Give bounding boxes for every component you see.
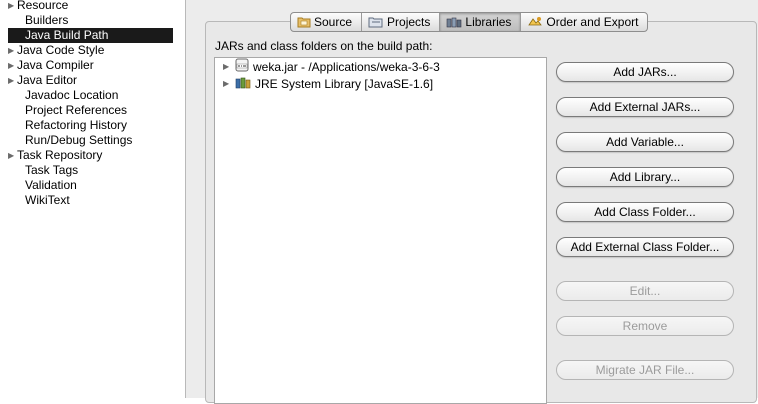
add-variable-button[interactable]: Add Variable...	[556, 132, 734, 152]
tree-item-weka-jar[interactable]: ▶ weka.jar - /Applications/weka-3-6-3	[223, 58, 440, 76]
library-tree[interactable]: ▶ weka.jar - /Applications/weka-3-6-3 ▶ …	[214, 57, 547, 404]
tab-order-and-export[interactable]: Order and Export	[521, 13, 647, 31]
tree-item-jre-system-library[interactable]: ▶ JRE System Library [JavaSE-1.6]	[223, 76, 433, 92]
remove-button[interactable]: Remove	[556, 316, 734, 336]
properties-nav-tree: ▶ Resource Builders Java Build Path ▶ Java…	[0, 0, 186, 398]
nav-item-task-repository[interactable]: ▶ Task Repository	[8, 148, 173, 163]
add-class-folder-button[interactable]: Add Class Folder...	[556, 202, 734, 222]
order-export-icon	[527, 16, 543, 28]
nav-item-refactoring-history[interactable]: Refactoring History	[8, 118, 173, 133]
projects-icon	[368, 16, 384, 28]
nav-item-java-code-style[interactable]: ▶ Java Code Style	[8, 43, 173, 58]
jre-library-icon	[235, 75, 251, 93]
tab-projects[interactable]: Projects	[362, 13, 441, 31]
expand-triangle-icon[interactable]: ▶	[8, 148, 17, 163]
nav-item-java-editor[interactable]: ▶ Java Editor	[8, 73, 173, 88]
add-external-jars-button[interactable]: Add External JARs...	[556, 97, 734, 117]
nav-item-project-references[interactable]: Project References	[8, 103, 173, 118]
nav-item-wikitext[interactable]: WikiText	[8, 193, 173, 208]
nav-item-java-build-path[interactable]: Java Build Path	[8, 28, 173, 43]
jar-icon	[235, 58, 249, 76]
tab-source[interactable]: Source	[291, 13, 363, 31]
expand-triangle-icon[interactable]: ▶	[223, 76, 231, 92]
nav-item-resource[interactable]: ▶ Resource	[8, 0, 173, 13]
expand-triangle-icon[interactable]: ▶	[8, 0, 17, 13]
nav-item-task-tags[interactable]: Task Tags	[8, 163, 173, 178]
expand-triangle-icon[interactable]: ▶	[8, 43, 17, 58]
build-path-tabs: Source Projects Libraries Order and Expo…	[290, 12, 649, 32]
nav-item-builders[interactable]: Builders	[8, 13, 173, 28]
add-external-class-folder-button[interactable]: Add External Class Folder...	[556, 237, 734, 257]
expand-triangle-icon[interactable]: ▶	[8, 73, 17, 88]
source-folder-icon	[297, 16, 311, 28]
add-library-button[interactable]: Add Library...	[556, 167, 734, 187]
expand-triangle-icon[interactable]: ▶	[8, 58, 17, 73]
add-jars-button[interactable]: Add JARs...	[556, 62, 734, 82]
nav-item-java-compiler[interactable]: ▶ Java Compiler	[8, 58, 173, 73]
libraries-icon	[446, 16, 462, 28]
nav-item-validation[interactable]: Validation	[8, 178, 173, 193]
nav-item-javadoc-location[interactable]: Javadoc Location	[8, 88, 173, 103]
migrate-jar-file-button[interactable]: Migrate JAR File...	[556, 360, 734, 380]
build-path-heading: JARs and class folders on the build path…	[215, 39, 433, 53]
tab-libraries[interactable]: Libraries	[440, 13, 522, 31]
expand-triangle-icon[interactable]: ▶	[223, 59, 231, 75]
nav-item-run-debug-settings[interactable]: Run/Debug Settings	[8, 133, 173, 148]
edit-button[interactable]: Edit...	[556, 281, 734, 301]
